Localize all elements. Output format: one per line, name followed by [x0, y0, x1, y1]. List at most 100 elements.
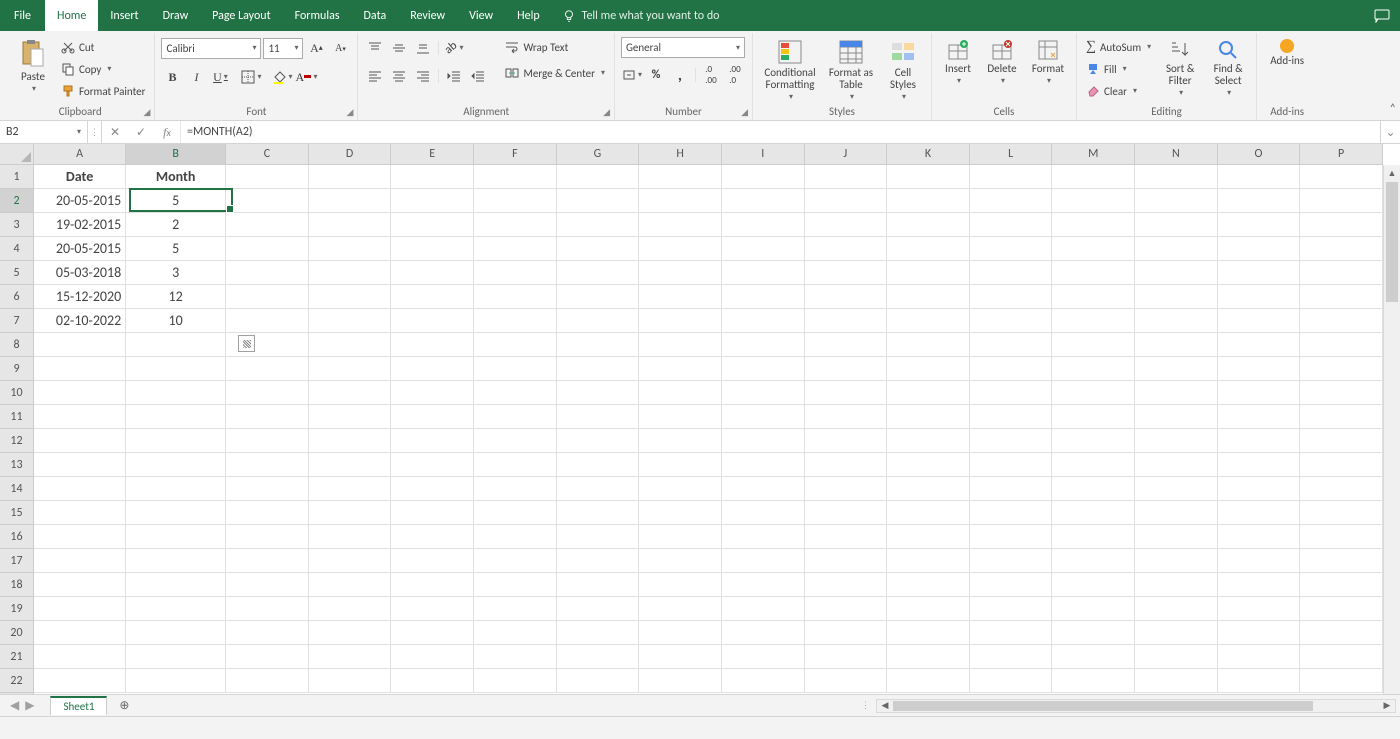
cell[interactable] [474, 477, 557, 501]
cell[interactable] [1052, 645, 1135, 669]
find-select-button[interactable]: Find & Select▾ [1206, 37, 1250, 100]
cell[interactable] [391, 237, 474, 261]
wrap-text-button[interactable]: Wrap Text [502, 37, 608, 57]
cell[interactable] [226, 405, 309, 429]
cell[interactable] [1300, 381, 1383, 405]
cell[interactable] [309, 237, 392, 261]
tab-help[interactable]: Help [505, 0, 552, 31]
cell[interactable] [1135, 573, 1218, 597]
cell[interactable] [639, 165, 722, 189]
cell[interactable] [1300, 597, 1383, 621]
cell[interactable] [970, 237, 1053, 261]
cell[interactable] [970, 333, 1053, 357]
cell[interactable] [309, 213, 392, 237]
cell[interactable] [722, 501, 805, 525]
cell[interactable] [887, 213, 970, 237]
cell[interactable] [557, 573, 640, 597]
cell[interactable] [1300, 501, 1383, 525]
cell[interactable] [34, 381, 126, 405]
format-cells-button[interactable]: Format▾ [1026, 37, 1070, 88]
cell[interactable] [391, 381, 474, 405]
cell[interactable] [722, 429, 805, 453]
cell[interactable] [1218, 429, 1301, 453]
cell[interactable] [1052, 477, 1135, 501]
cell[interactable] [805, 333, 888, 357]
cell[interactable] [1300, 477, 1383, 501]
align-center-button[interactable] [388, 65, 410, 87]
cell[interactable] [557, 597, 640, 621]
cell[interactable] [34, 549, 126, 573]
cell[interactable] [126, 573, 226, 597]
cell[interactable] [474, 645, 557, 669]
cell[interactable] [1135, 453, 1218, 477]
cell[interactable] [1300, 357, 1383, 381]
column-header[interactable]: F [474, 144, 557, 164]
cell[interactable] [1135, 477, 1218, 501]
delete-cells-button[interactable]: Delete▾ [982, 37, 1022, 88]
cell[interactable] [1300, 309, 1383, 333]
name-box[interactable]: B2▾ [0, 121, 88, 143]
cell[interactable] [639, 525, 722, 549]
cell[interactable] [1218, 621, 1301, 645]
cell[interactable] [557, 357, 640, 381]
cell[interactable] [474, 429, 557, 453]
row-header[interactable]: 2 [0, 189, 33, 213]
cell[interactable] [887, 429, 970, 453]
cell[interactable] [805, 501, 888, 525]
cell[interactable] [34, 525, 126, 549]
column-header[interactable]: H [639, 144, 722, 164]
cell[interactable] [970, 645, 1053, 669]
scroll-left-icon[interactable]: ◀ [877, 700, 893, 711]
cell[interactable] [805, 669, 888, 693]
cell[interactable] [1300, 453, 1383, 477]
cell[interactable] [557, 165, 640, 189]
cell[interactable] [1052, 261, 1135, 285]
cell[interactable] [722, 333, 805, 357]
sort-filter-button[interactable]: Sort & Filter▾ [1158, 37, 1202, 100]
cell[interactable] [1052, 357, 1135, 381]
cell[interactable] [1218, 525, 1301, 549]
cell[interactable] [126, 549, 226, 573]
cell[interactable] [226, 525, 309, 549]
cell[interactable] [1218, 213, 1301, 237]
cell[interactable] [639, 237, 722, 261]
cell[interactable] [639, 285, 722, 309]
cell[interactable] [391, 645, 474, 669]
row-header[interactable]: 22 [0, 669, 33, 693]
sheet-nav[interactable]: ◀▶ [0, 698, 44, 713]
cell[interactable] [887, 645, 970, 669]
cell[interactable] [391, 405, 474, 429]
dialog-launcher-icon[interactable]: ◢ [741, 107, 748, 118]
cell[interactable] [887, 381, 970, 405]
cell[interactable] [887, 357, 970, 381]
cell[interactable] [1300, 165, 1383, 189]
cell[interactable] [474, 357, 557, 381]
cell[interactable] [309, 261, 392, 285]
cell[interactable] [805, 405, 888, 429]
tab-data[interactable]: Data [352, 0, 399, 31]
cell[interactable] [226, 621, 309, 645]
cell[interactable] [391, 669, 474, 693]
tab-view[interactable]: View [457, 0, 505, 31]
cell[interactable] [126, 477, 226, 501]
cell[interactable] [805, 621, 888, 645]
cell[interactable] [887, 549, 970, 573]
cell[interactable] [1300, 429, 1383, 453]
cell[interactable] [1218, 645, 1301, 669]
font-size-combo[interactable]: 11▾ [263, 38, 303, 59]
cell[interactable] [970, 669, 1053, 693]
cell[interactable] [1135, 429, 1218, 453]
underline-button[interactable]: U▾ [209, 66, 231, 88]
cell[interactable] [557, 405, 640, 429]
cell[interactable] [1218, 309, 1301, 333]
cell[interactable] [391, 549, 474, 573]
cell[interactable] [391, 453, 474, 477]
cell[interactable] [1218, 165, 1301, 189]
cell[interactable] [722, 261, 805, 285]
cell[interactable] [1135, 285, 1218, 309]
cell[interactable] [226, 189, 309, 213]
cell[interactable] [557, 453, 640, 477]
cell[interactable] [970, 621, 1053, 645]
cell[interactable] [226, 573, 309, 597]
cell[interactable] [474, 189, 557, 213]
